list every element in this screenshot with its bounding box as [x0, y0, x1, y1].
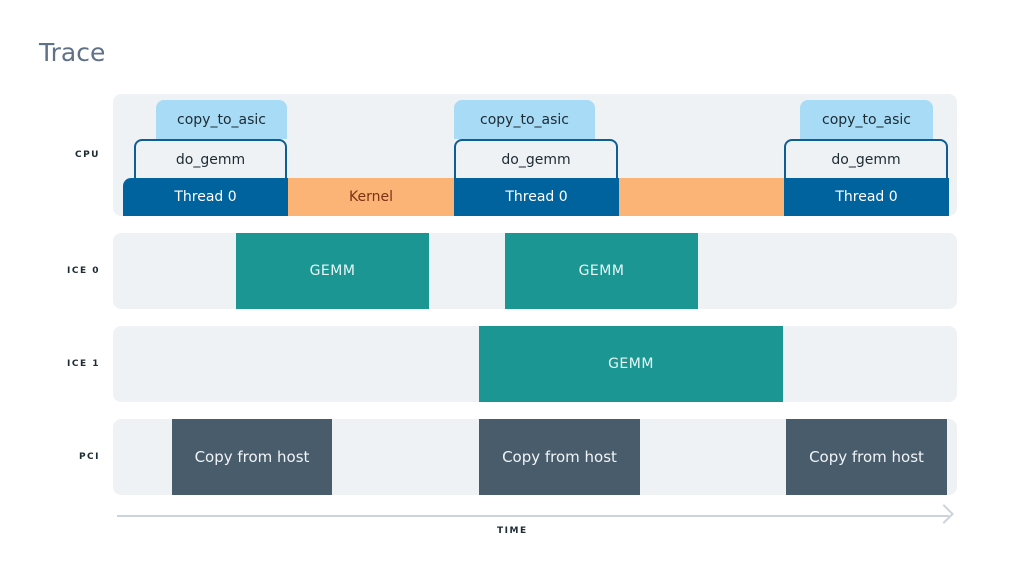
do-gemm-event[interactable]: do_gemm — [134, 139, 287, 178]
thread-event[interactable]: Thread 0 — [454, 178, 619, 216]
copy-from-host-event[interactable]: Copy from host — [172, 419, 332, 495]
lane-label-ice0: ICE 0 — [67, 266, 100, 276]
time-axis-label: TIME — [497, 526, 528, 536]
arrow-right-icon — [934, 504, 954, 524]
time-axis-line — [117, 515, 949, 517]
gemm-event[interactable]: GEMM — [505, 233, 698, 309]
copy-from-host-event[interactable]: Copy from host — [786, 419, 947, 495]
thread-event[interactable]: Thread 0 — [123, 178, 288, 216]
gemm-event[interactable]: GEMM — [479, 326, 783, 402]
copy-from-host-event[interactable]: Copy from host — [479, 419, 640, 495]
page-title: Trace — [39, 38, 106, 67]
copy-to-asic-event[interactable]: copy_to_asic — [800, 100, 933, 139]
kernel-event[interactable] — [619, 178, 784, 216]
do-gemm-event[interactable]: do_gemm — [454, 139, 618, 178]
copy-to-asic-event[interactable]: copy_to_asic — [156, 100, 287, 139]
copy-to-asic-event[interactable]: copy_to_asic — [454, 100, 595, 139]
lane-label-pci: PCI — [78, 452, 100, 462]
kernel-event[interactable]: Kernel — [288, 178, 454, 216]
lane-label-cpu: CPU — [74, 150, 100, 160]
lane-label-ice1: ICE 1 — [67, 359, 100, 369]
do-gemm-event[interactable]: do_gemm — [784, 139, 948, 178]
thread-event[interactable]: Thread 0 — [784, 178, 949, 216]
gemm-event[interactable]: GEMM — [236, 233, 429, 309]
